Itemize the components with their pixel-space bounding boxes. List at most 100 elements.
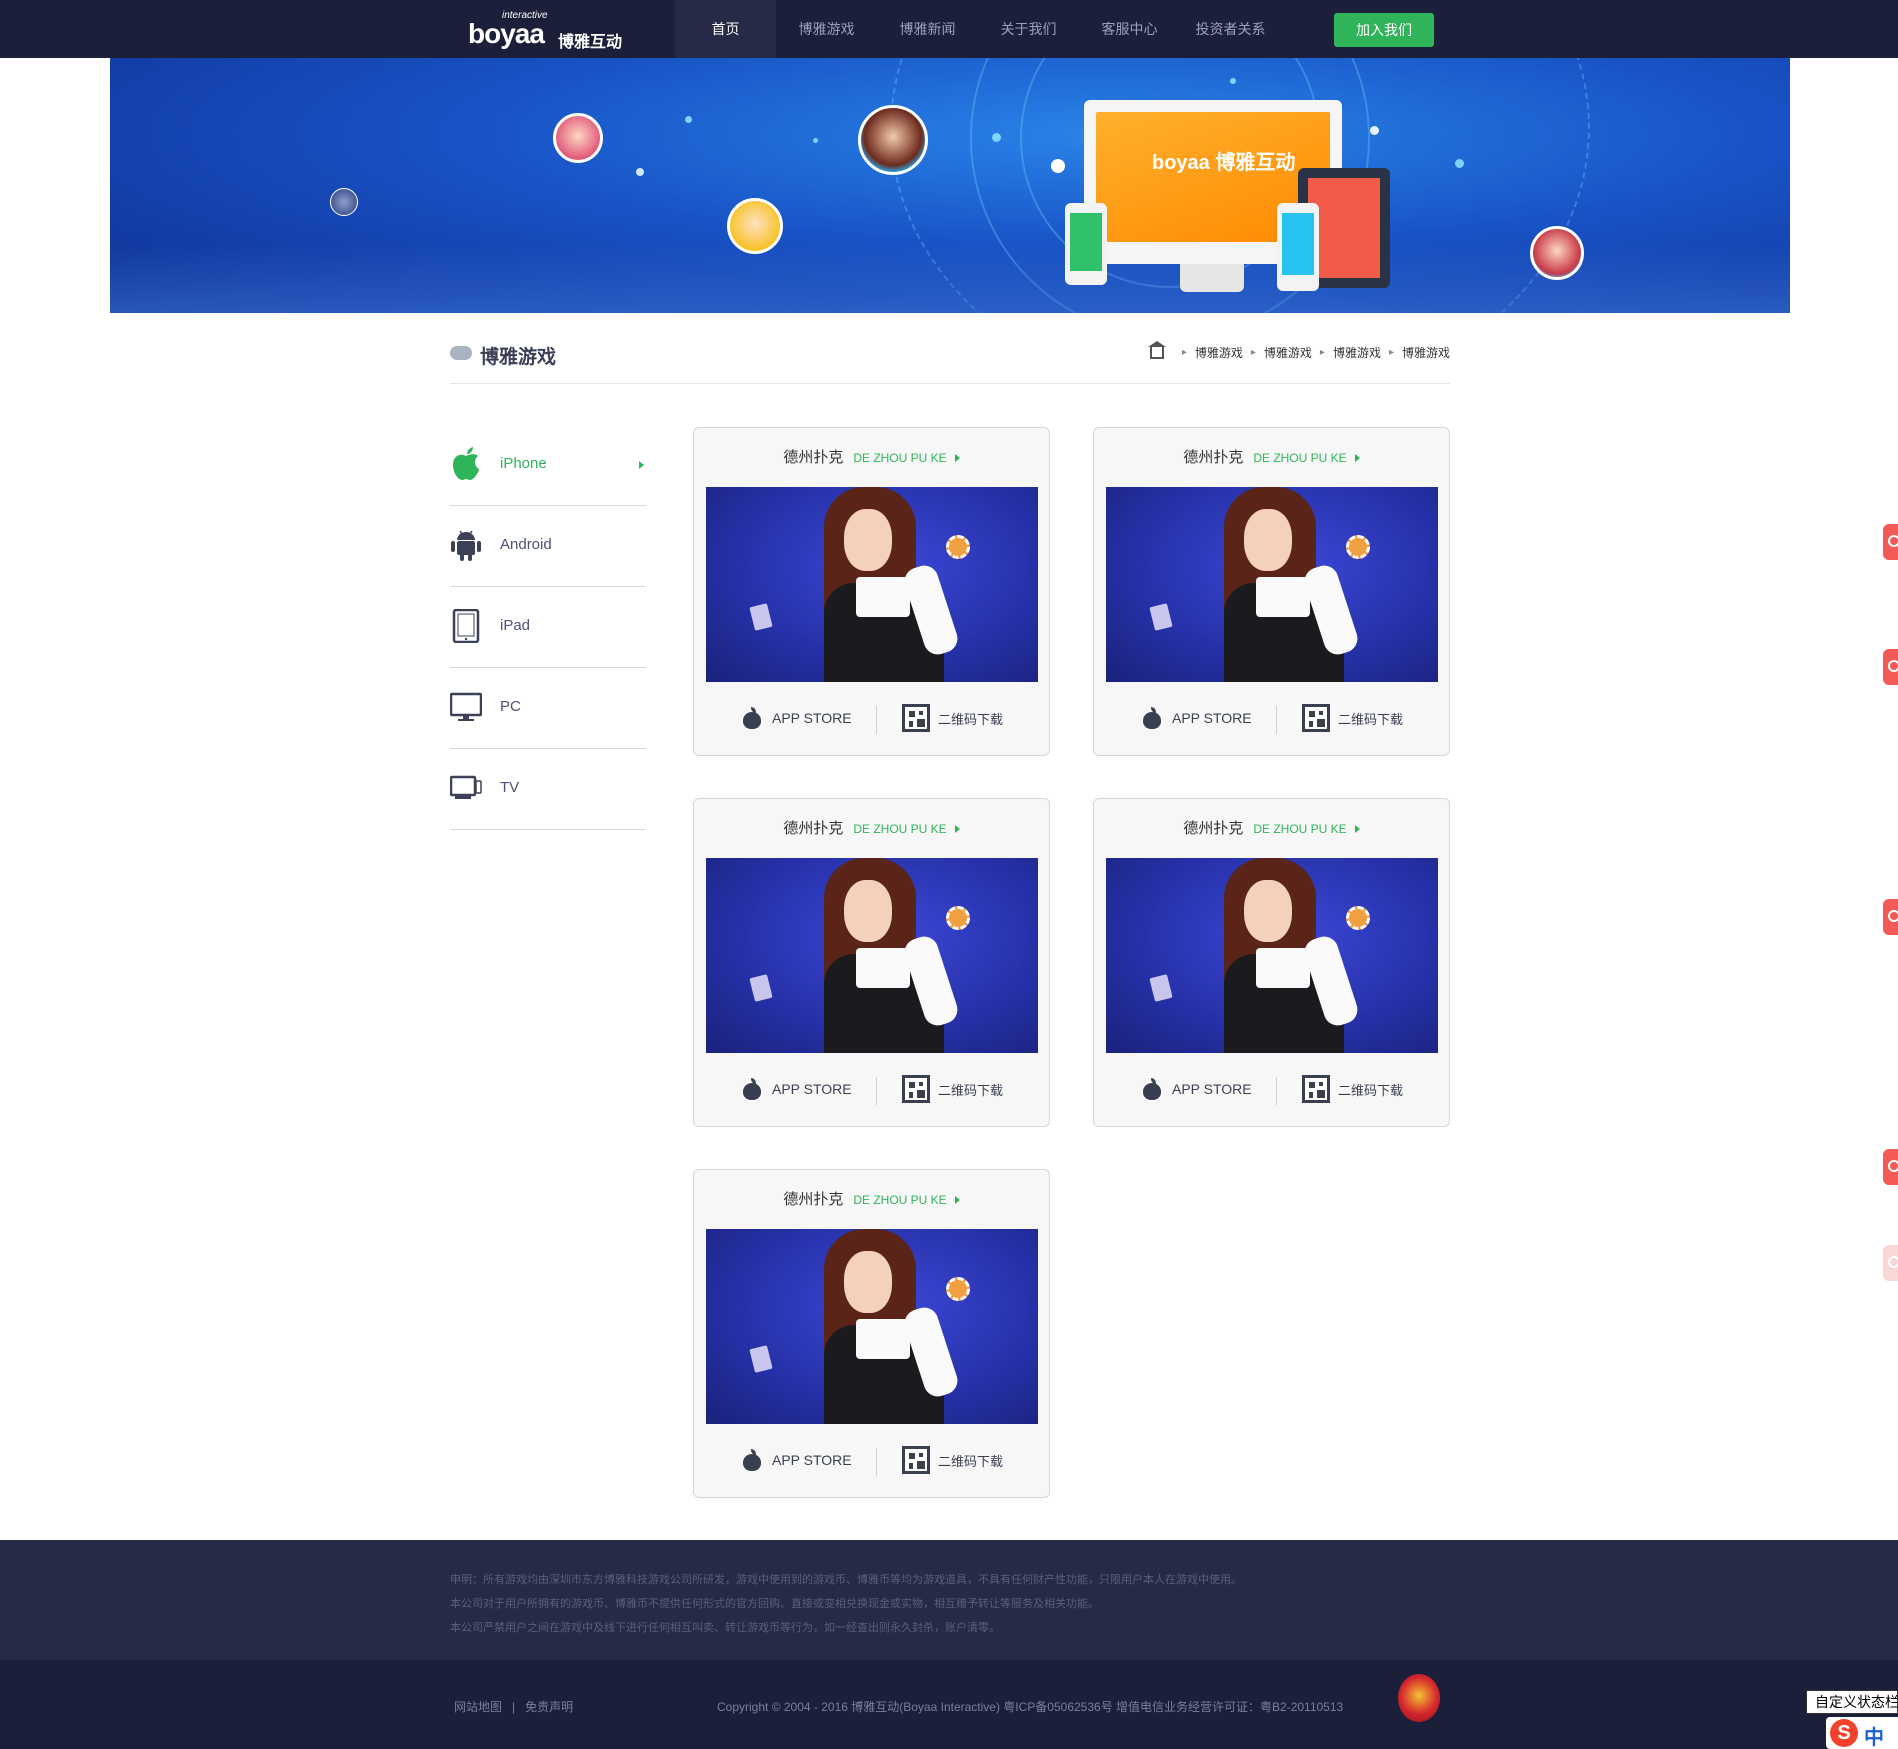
nav-item-games[interactable]: 博雅游戏 bbox=[776, 0, 877, 58]
sitemap-link[interactable]: 网站地图 bbox=[454, 1700, 502, 1714]
game-banner-image[interactable] bbox=[1106, 858, 1438, 1053]
caret-right-icon bbox=[954, 825, 960, 834]
sidebar-item-tv[interactable]: TV bbox=[450, 749, 646, 830]
dealer-face bbox=[1244, 880, 1292, 942]
hero-banner: boyaa 博雅互动 bbox=[110, 58, 1790, 313]
game-banner-image[interactable] bbox=[706, 858, 1038, 1053]
nav-item-news[interactable]: 博雅新闻 bbox=[877, 0, 978, 58]
chat-icon bbox=[1888, 1160, 1898, 1172]
floating-service-tab[interactable] bbox=[1883, 1149, 1898, 1185]
game-card-actions: APP STORE 二维码下载 bbox=[694, 1069, 1049, 1109]
app-store-button[interactable]: APP STORE bbox=[742, 1446, 852, 1474]
game-banner-image[interactable] bbox=[1106, 487, 1438, 682]
breadcrumb-item[interactable]: 博雅游戏 bbox=[1264, 344, 1312, 361]
game-name-en: DE ZHOU PU KE bbox=[1253, 451, 1347, 465]
game-card-title[interactable]: 德州扑克 DE ZHOU PU KE bbox=[1094, 446, 1449, 467]
tablet-icon bbox=[452, 609, 480, 643]
ime-language-indicator[interactable]: 中 bbox=[1864, 1721, 1884, 1749]
nav-item-investors[interactable]: 投资者关系 bbox=[1180, 0, 1281, 58]
app-store-label: APP STORE bbox=[772, 1452, 852, 1468]
qr-download-label: 二维码下载 bbox=[1338, 1082, 1404, 1098]
floating-service-tab[interactable] bbox=[1883, 524, 1898, 560]
app-store-button[interactable]: APP STORE bbox=[1142, 1075, 1252, 1103]
game-card-title[interactable]: 德州扑克 DE ZHOU PU KE bbox=[694, 1188, 1049, 1209]
top-nav-bar: interactive boyaa 博雅互动 首页 博雅游戏 博雅新闻 关于我们… bbox=[0, 0, 1898, 58]
nav-item-support[interactable]: 客服中心 bbox=[1079, 0, 1180, 58]
game-card-title[interactable]: 德州扑克 DE ZHOU PU KE bbox=[694, 446, 1049, 467]
sidebar-item-label: Android bbox=[500, 536, 552, 553]
disclaimer-line: 本公司严禁用户之间在游戏中及线下进行任何相互叫卖、转让游戏币等行为，如一经查出则… bbox=[450, 1622, 1000, 1634]
android-icon bbox=[451, 530, 481, 561]
dealer-collar bbox=[856, 1319, 910, 1359]
sidebar-item-android[interactable]: Android bbox=[450, 506, 646, 587]
nav-item-about[interactable]: 关于我们 bbox=[978, 0, 1079, 58]
floating-service-tab[interactable] bbox=[1883, 1245, 1898, 1281]
qr-download-button[interactable]: 二维码下载 bbox=[1302, 704, 1403, 732]
disclaimer-line: 申明：所有游戏均由深圳市东方博雅科技游戏公司所研发，游戏中使用到的游戏币、博雅币… bbox=[450, 1574, 1242, 1586]
breadcrumb-item[interactable]: 博雅游戏 bbox=[1402, 344, 1450, 361]
app-store-label: APP STORE bbox=[772, 710, 852, 726]
game-card-title[interactable]: 德州扑克 DE ZHOU PU KE bbox=[694, 817, 1049, 838]
iphone-illustration bbox=[1277, 203, 1319, 291]
qr-code-icon bbox=[902, 704, 930, 732]
chevron-right-icon: ▸ bbox=[1319, 347, 1325, 358]
playing-card-icon bbox=[749, 1345, 773, 1373]
chat-icon bbox=[1888, 1256, 1898, 1268]
game-name-cn: 德州扑克 bbox=[783, 1191, 844, 1208]
app-store-label: APP STORE bbox=[772, 1081, 852, 1097]
dealer-collar bbox=[1256, 948, 1310, 988]
game-card-actions: APP STORE 二维码下载 bbox=[1094, 1069, 1449, 1109]
app-store-label: APP STORE bbox=[1172, 1081, 1252, 1097]
nav-item-home[interactable]: 首页 bbox=[675, 0, 776, 58]
caret-right-icon bbox=[954, 454, 960, 463]
qr-download-button[interactable]: 二维码下载 bbox=[902, 1446, 1003, 1474]
custom-status-bar[interactable]: 自定义状态栏 bbox=[1806, 1690, 1898, 1714]
platform-sidebar: iPhone Android iPad PC TV bbox=[450, 425, 646, 830]
breadcrumb-item[interactable]: 博雅游戏 bbox=[1195, 344, 1243, 361]
app-store-button[interactable]: APP STORE bbox=[1142, 704, 1252, 732]
gamepad-icon bbox=[450, 346, 472, 360]
game-card-actions: APP STORE 二维码下载 bbox=[1094, 698, 1449, 738]
breadcrumb-item[interactable]: 博雅游戏 bbox=[1333, 344, 1381, 361]
floating-service-tab[interactable] bbox=[1883, 899, 1898, 935]
divider bbox=[876, 1448, 877, 1476]
banner-sparkle bbox=[636, 168, 644, 176]
qr-code-icon bbox=[1302, 1075, 1330, 1103]
game-banner-image[interactable] bbox=[706, 1229, 1038, 1424]
playing-card-icon bbox=[1149, 974, 1173, 1002]
join-us-button[interactable]: 加入我们 bbox=[1334, 13, 1434, 47]
dealer-face bbox=[844, 880, 892, 942]
game-banner-image[interactable] bbox=[706, 487, 1038, 682]
apple-icon bbox=[742, 1078, 762, 1100]
sidebar-item-iphone[interactable]: iPhone bbox=[450, 425, 646, 506]
qr-download-label: 二维码下载 bbox=[938, 711, 1004, 727]
chevron-right-icon: ▸ bbox=[1181, 347, 1187, 358]
main-nav: 首页 博雅游戏 博雅新闻 关于我们 客服中心 投资者关系 bbox=[675, 0, 1281, 58]
apple-icon bbox=[1142, 707, 1162, 729]
character-avatar bbox=[1530, 226, 1584, 280]
police-badge-icon[interactable] bbox=[1398, 1674, 1440, 1722]
qr-download-button[interactable]: 二维码下载 bbox=[902, 704, 1003, 732]
sidebar-item-pc[interactable]: PC bbox=[450, 668, 646, 749]
sidebar-item-ipad[interactable]: iPad bbox=[450, 587, 646, 668]
app-store-button[interactable]: APP STORE bbox=[742, 704, 852, 732]
qr-download-button[interactable]: 二维码下载 bbox=[902, 1075, 1003, 1103]
ime-toolbar[interactable]: S 中 bbox=[1826, 1717, 1898, 1749]
footer-links: 网站地图 | 免责声明 bbox=[454, 1698, 573, 1715]
chevron-right-icon: ▸ bbox=[1388, 347, 1394, 358]
logo-cn-text: 博雅互动 bbox=[558, 34, 623, 51]
app-store-button[interactable]: APP STORE bbox=[742, 1075, 852, 1103]
banner-sparkle bbox=[813, 138, 818, 143]
game-card: 德州扑克 DE ZHOU PU KE APP STORE 二维码下载 bbox=[693, 798, 1050, 1127]
divider bbox=[1276, 706, 1277, 734]
game-card-title[interactable]: 德州扑克 DE ZHOU PU KE bbox=[1094, 817, 1449, 838]
caret-right-icon bbox=[954, 1196, 960, 1205]
chevron-right-icon: ▸ bbox=[1250, 347, 1256, 358]
banner-sparkle bbox=[685, 116, 692, 123]
floating-service-tab[interactable] bbox=[1883, 649, 1898, 685]
sidebar-item-label: PC bbox=[500, 698, 521, 715]
home-icon[interactable] bbox=[1147, 340, 1166, 359]
boyaa-logo[interactable]: interactive boyaa 博雅互动 bbox=[468, 8, 628, 51]
disclaimer-link[interactable]: 免责声明 bbox=[525, 1700, 573, 1714]
qr-download-button[interactable]: 二维码下载 bbox=[1302, 1075, 1403, 1103]
